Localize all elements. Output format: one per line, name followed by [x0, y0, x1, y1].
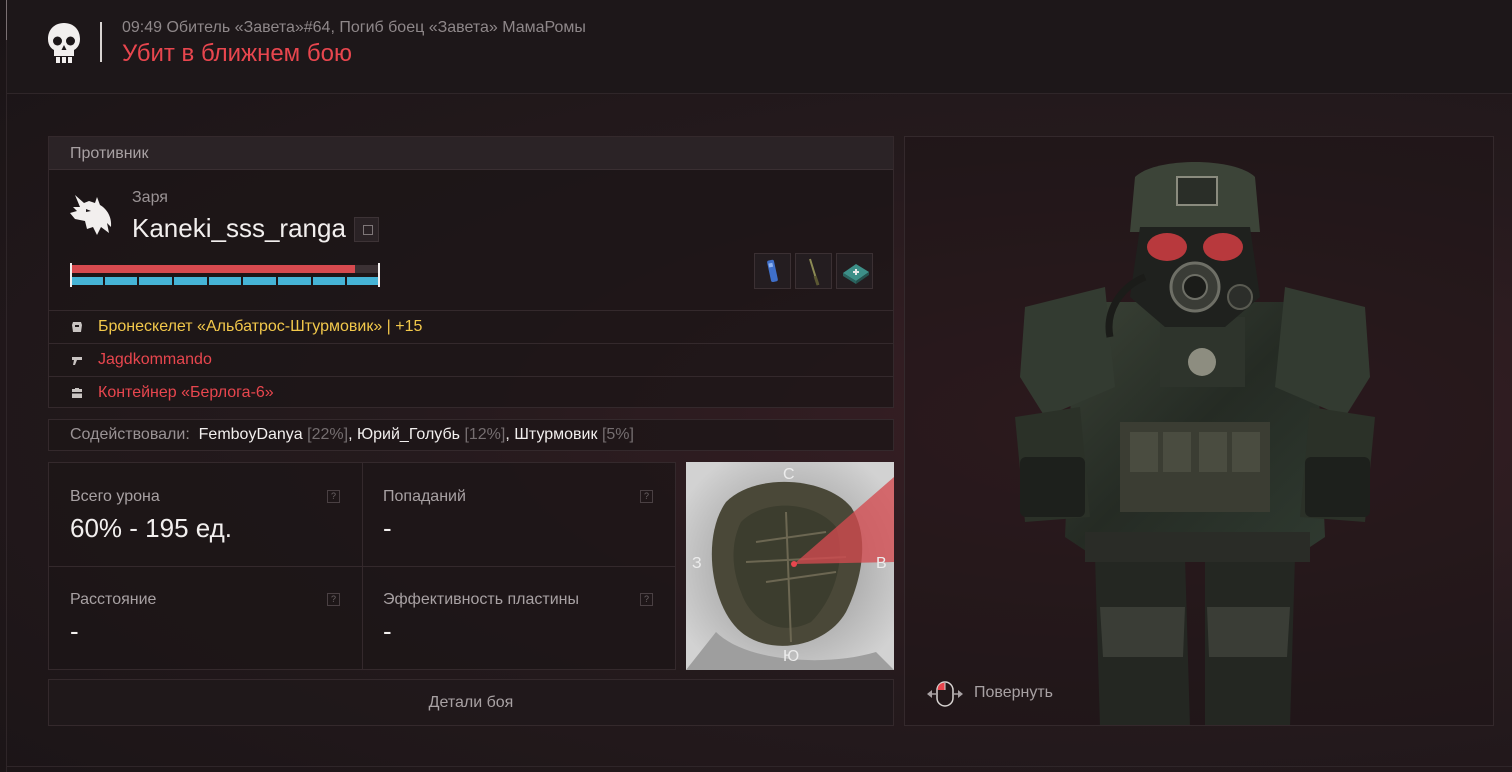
- armor-segment: [70, 277, 103, 285]
- compass-west: З: [692, 555, 702, 572]
- stat-value: 60% - 195 ед.: [70, 513, 233, 543]
- compass-north: С: [783, 466, 795, 483]
- kill-report-screen: 09:49 Обитель «Завета»#64, Погиб боец «З…: [0, 0, 1512, 772]
- enemy-section-label: Противник: [70, 145, 149, 162]
- gear-row-armor[interactable]: Бронескелет «Альбатрос-Штурмовик» | +15: [49, 310, 893, 343]
- combat-stats: Всего урона 60% - 195 ед. ? Попаданий - …: [48, 462, 676, 670]
- gear-row-weapon[interactable]: Jagdkommando: [49, 343, 893, 376]
- assist-separator: ,: [348, 426, 353, 443]
- kill-header: 09:49 Обитель «Завета»#64, Погиб боец «З…: [7, 0, 1512, 94]
- help-icon[interactable]: ?: [640, 490, 653, 503]
- stat-title: Всего урона: [70, 488, 160, 505]
- armor-segment: [347, 277, 381, 285]
- battle-details-button[interactable]: Детали боя: [48, 679, 894, 726]
- assist-strip: Содействовали: FemboyDanya [22%], Юрий_Г…: [48, 419, 894, 451]
- armor-segment: [174, 277, 207, 285]
- enemy-nickname: Kaneki_sss_ranga: [132, 213, 346, 243]
- enemy-section-header: Противник: [49, 137, 893, 170]
- help-icon[interactable]: ?: [327, 490, 340, 503]
- rotate-label: Повернуть: [974, 684, 1054, 701]
- health-bar-fill: [70, 265, 356, 273]
- death-cause-title: Убит в ближнем бою: [122, 40, 352, 67]
- knife-icon: [809, 258, 820, 286]
- armor-segment: [139, 277, 173, 285]
- armor-segment: [278, 277, 311, 285]
- armor-segment: [104, 277, 138, 285]
- medkit-icon: [843, 264, 869, 284]
- left-border: [6, 0, 7, 772]
- assist-player-percent: [22%]: [307, 426, 349, 443]
- wolf-icon: [70, 195, 112, 235]
- compass-east: В: [876, 555, 887, 572]
- assist-player-percent: [12%]: [464, 426, 506, 443]
- mouse-rotate-icon: [927, 681, 963, 707]
- stat-hits: Попаданий - ?: [362, 463, 675, 566]
- container-icon: [72, 388, 82, 398]
- stat-value: -: [70, 616, 79, 646]
- kill-minimap[interactable]: С Ю З В: [686, 462, 894, 670]
- battery-icon: [767, 259, 778, 283]
- stat-plate-efficiency: Эффективность пластины - ?: [362, 566, 675, 669]
- assist-player-name[interactable]: Юрий_Голубь: [357, 426, 460, 443]
- event-subtitle: 09:49 Обитель «Завета»#64, Погиб боец «З…: [122, 19, 586, 36]
- enemy-faction: Заря: [132, 189, 168, 206]
- stat-value: -: [383, 513, 392, 543]
- assist-label: Содействовали:: [70, 426, 190, 443]
- stat-title: Попаданий: [383, 488, 466, 505]
- gear-weapon-label: Jagdkommando: [98, 351, 212, 368]
- stat-total-damage: Всего урона 60% - 195 ед. ?: [49, 463, 362, 566]
- enemy-panel: Противник Заря Kaneki_sss_ranga Бронеске…: [48, 136, 894, 408]
- quick-slot-medkit[interactable]: [836, 253, 873, 289]
- rotate-hint: Повернуть: [925, 680, 1053, 708]
- quick-slot-battery[interactable]: [754, 253, 791, 289]
- bar-cap-left: [70, 263, 72, 287]
- armor-segment: [208, 277, 242, 285]
- compass-south: Ю: [783, 648, 800, 665]
- map-image: [686, 462, 894, 670]
- gear-row-container[interactable]: Контейнер «Берлога-6»: [49, 376, 893, 409]
- quick-slot-knife[interactable]: [795, 253, 832, 289]
- header-divider: [100, 22, 102, 62]
- gear-container-label: Контейнер «Берлога-6»: [98, 384, 274, 401]
- armored-soldier-model: [1015, 162, 1375, 725]
- health-armor-bar: [70, 263, 381, 287]
- bottom-border: [7, 766, 1512, 767]
- stat-distance: Расстояние - ?: [49, 566, 362, 669]
- gun-icon: [72, 357, 82, 365]
- assist-player-name[interactable]: FemboyDanya: [199, 426, 303, 443]
- skull-icon: [48, 23, 80, 63]
- assist-player-percent: [5%]: [601, 426, 634, 443]
- armor-bar: [70, 277, 381, 285]
- stat-value: -: [383, 616, 392, 646]
- bar-cap-right: [378, 263, 380, 287]
- assist-player-name[interactable]: Штурмовик: [514, 426, 597, 443]
- armor-icon: [72, 322, 82, 332]
- help-icon[interactable]: ?: [327, 593, 340, 606]
- armor-segment: [243, 277, 277, 285]
- assist-separator: ,: [505, 426, 510, 443]
- stat-title: Эффективность пластины: [383, 591, 580, 608]
- enemy-model-viewer[interactable]: Повернуть: [904, 136, 1494, 726]
- copy-nickname-button[interactable]: [354, 217, 379, 242]
- stat-title: Расстояние: [70, 591, 157, 608]
- armor-segment: [312, 277, 346, 285]
- help-icon[interactable]: ?: [640, 593, 653, 606]
- gear-armor-label: Бронескелет «Альбатрос-Штурмовик» | +15: [98, 318, 423, 335]
